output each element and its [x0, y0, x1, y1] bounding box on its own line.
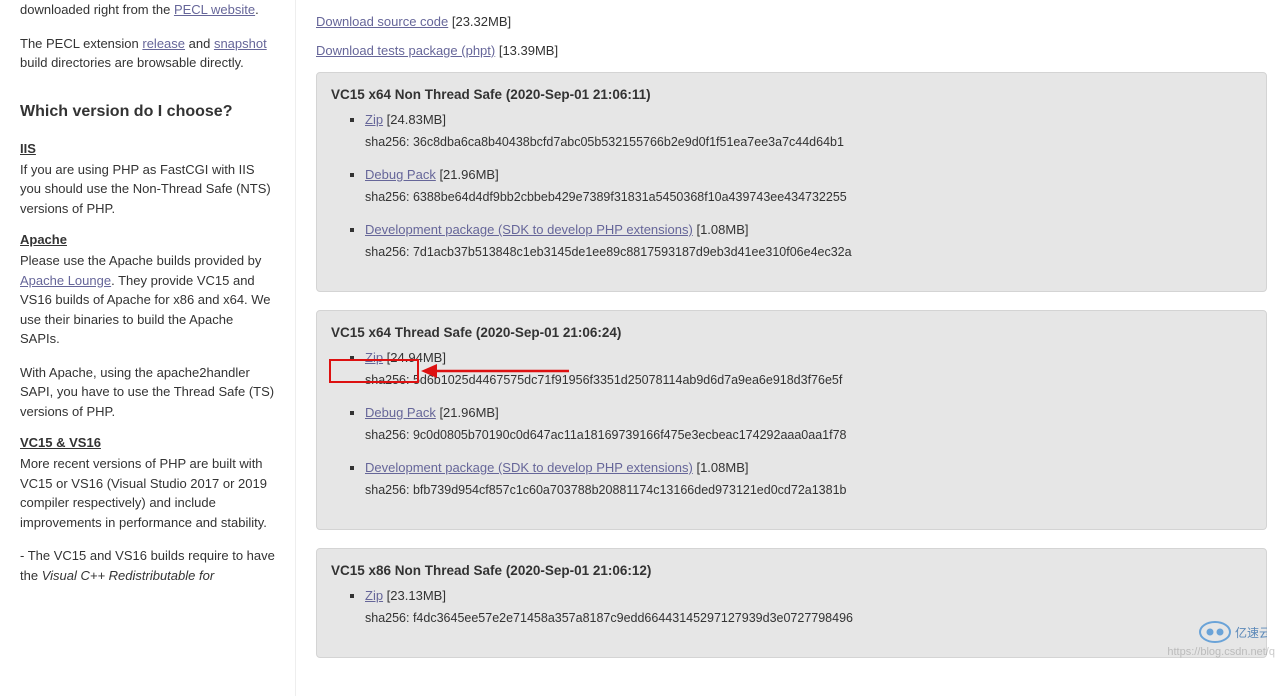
release-box: VC15 x64 Thread Safe (2020-Sep-01 21:06:…: [316, 310, 1267, 530]
apache-text1: Please use the Apache builds provided by…: [20, 251, 275, 349]
download-item: Debug Pack [21.96MB] sha256: 6388be64d4df…: [365, 167, 1252, 204]
snapshot-link[interactable]: snapshot: [214, 36, 267, 51]
apache-text1a: Please use the Apache builds provided by: [20, 253, 261, 268]
download-tests-size: [13.39MB]: [495, 43, 558, 58]
download-item: Zip [24.83MB] sha256: 36c8dba6ca8b40438bc…: [365, 112, 1252, 149]
download-link[interactable]: Debug Pack: [365, 167, 436, 182]
pecl-intro-block: downloaded right from the PECL website. …: [20, 0, 275, 73]
main-content: Download source code [23.32MB] Download …: [296, 0, 1287, 696]
download-sha: sha256: 7d1acb37b513848c1eb3145de1ee89c8…: [365, 245, 1252, 259]
svg-text:亿速云: 亿速云: [1235, 625, 1267, 640]
yisu-logo: 亿速云: [1197, 615, 1267, 652]
apache-lounge-link[interactable]: Apache Lounge: [20, 273, 111, 288]
download-tests-line: Download tests package (phpt) [13.39MB]: [316, 43, 1267, 58]
vc-text2: - The VC15 and VS16 builds require to ha…: [20, 546, 275, 585]
release-box: VC15 x86 Non Thread Safe (2020-Sep-01 21…: [316, 548, 1267, 658]
download-size: [21.96MB]: [436, 167, 499, 182]
highlight-box: [329, 359, 419, 383]
download-size: [24.83MB]: [383, 112, 446, 127]
download-list: Zip [23.13MB] sha256: f4dc3645ee57e2e7145…: [331, 588, 1252, 625]
arrow-icon: [419, 356, 579, 386]
release-title: VC15 x86 Non Thread Safe (2020-Sep-01 21…: [331, 563, 1252, 578]
download-sha: sha256: f4dc3645ee57e2e71458a357a8187c9e…: [365, 611, 1252, 625]
pecl-intro-line: downloaded right from the PECL website.: [20, 0, 275, 20]
download-size: [23.13MB]: [383, 588, 446, 603]
download-link[interactable]: Development package (SDK to develop PHP …: [365, 222, 693, 237]
download-item: Development package (SDK to develop PHP …: [365, 460, 1252, 497]
download-source-link[interactable]: Download source code: [316, 14, 448, 29]
download-size: [1.08MB]: [693, 222, 749, 237]
download-link[interactable]: Debug Pack: [365, 405, 436, 420]
download-size: [21.96MB]: [436, 405, 499, 420]
pecl-ext-text3: build directories are browsable directly…: [20, 55, 244, 70]
version-heading: Which version do I choose?: [20, 103, 275, 121]
pecl-ext-text1: The PECL extension: [20, 36, 142, 51]
download-sha: sha256: 6388be64d4df9bb2cbbeb429e7389f31…: [365, 190, 1252, 204]
pecl-ext-text2: and: [185, 36, 214, 51]
download-size: [1.08MB]: [693, 460, 749, 475]
download-item: Zip [23.13MB] sha256: f4dc3645ee57e2e7145…: [365, 588, 1252, 625]
sidebar: downloaded right from the PECL website. …: [0, 0, 296, 696]
apache-heading: Apache: [20, 232, 275, 247]
release-title: VC15 x64 Thread Safe (2020-Sep-01 21:06:…: [331, 325, 1252, 340]
release-title: VC15 x64 Non Thread Safe (2020-Sep-01 21…: [331, 87, 1252, 102]
iis-heading: IIS: [20, 141, 275, 156]
iis-text: If you are using PHP as FastCGI with IIS…: [20, 160, 275, 219]
pecl-intro-text: downloaded right from the: [20, 2, 174, 17]
download-source-size: [23.32MB]: [448, 14, 511, 29]
download-list: Zip [24.83MB] sha256: 36c8dba6ca8b40438bc…: [331, 112, 1252, 259]
vc-redist-em: Visual C++ Redistributable for: [42, 568, 214, 583]
pecl-ext-line: The PECL extension release and snapshot …: [20, 34, 275, 73]
pecl-website-link[interactable]: PECL website: [174, 2, 255, 17]
download-sha: sha256: bfb739d954cf857c1c60a703788b2088…: [365, 483, 1252, 497]
download-sha: sha256: 36c8dba6ca8b40438bcfd7abc05b5321…: [365, 135, 1252, 149]
download-item: Debug Pack [21.96MB] sha256: 9c0d0805b701…: [365, 405, 1252, 442]
download-link[interactable]: Development package (SDK to develop PHP …: [365, 460, 693, 475]
vc-heading: VC15 & VS16: [20, 435, 275, 450]
download-item: Development package (SDK to develop PHP …: [365, 222, 1252, 259]
download-sha: sha256: 9c0d0805b70190c0d647ac11a1816973…: [365, 428, 1252, 442]
vc-text1: More recent versions of PHP are built wi…: [20, 454, 275, 532]
download-source-line: Download source code [23.32MB]: [316, 14, 1267, 29]
release-box: VC15 x64 Non Thread Safe (2020-Sep-01 21…: [316, 72, 1267, 292]
apache-text2: With Apache, using the apache2handler SA…: [20, 363, 275, 422]
download-link[interactable]: Zip: [365, 112, 383, 127]
release-link[interactable]: release: [142, 36, 185, 51]
download-tests-link[interactable]: Download tests package (phpt): [316, 43, 495, 58]
download-link[interactable]: Zip: [365, 588, 383, 603]
